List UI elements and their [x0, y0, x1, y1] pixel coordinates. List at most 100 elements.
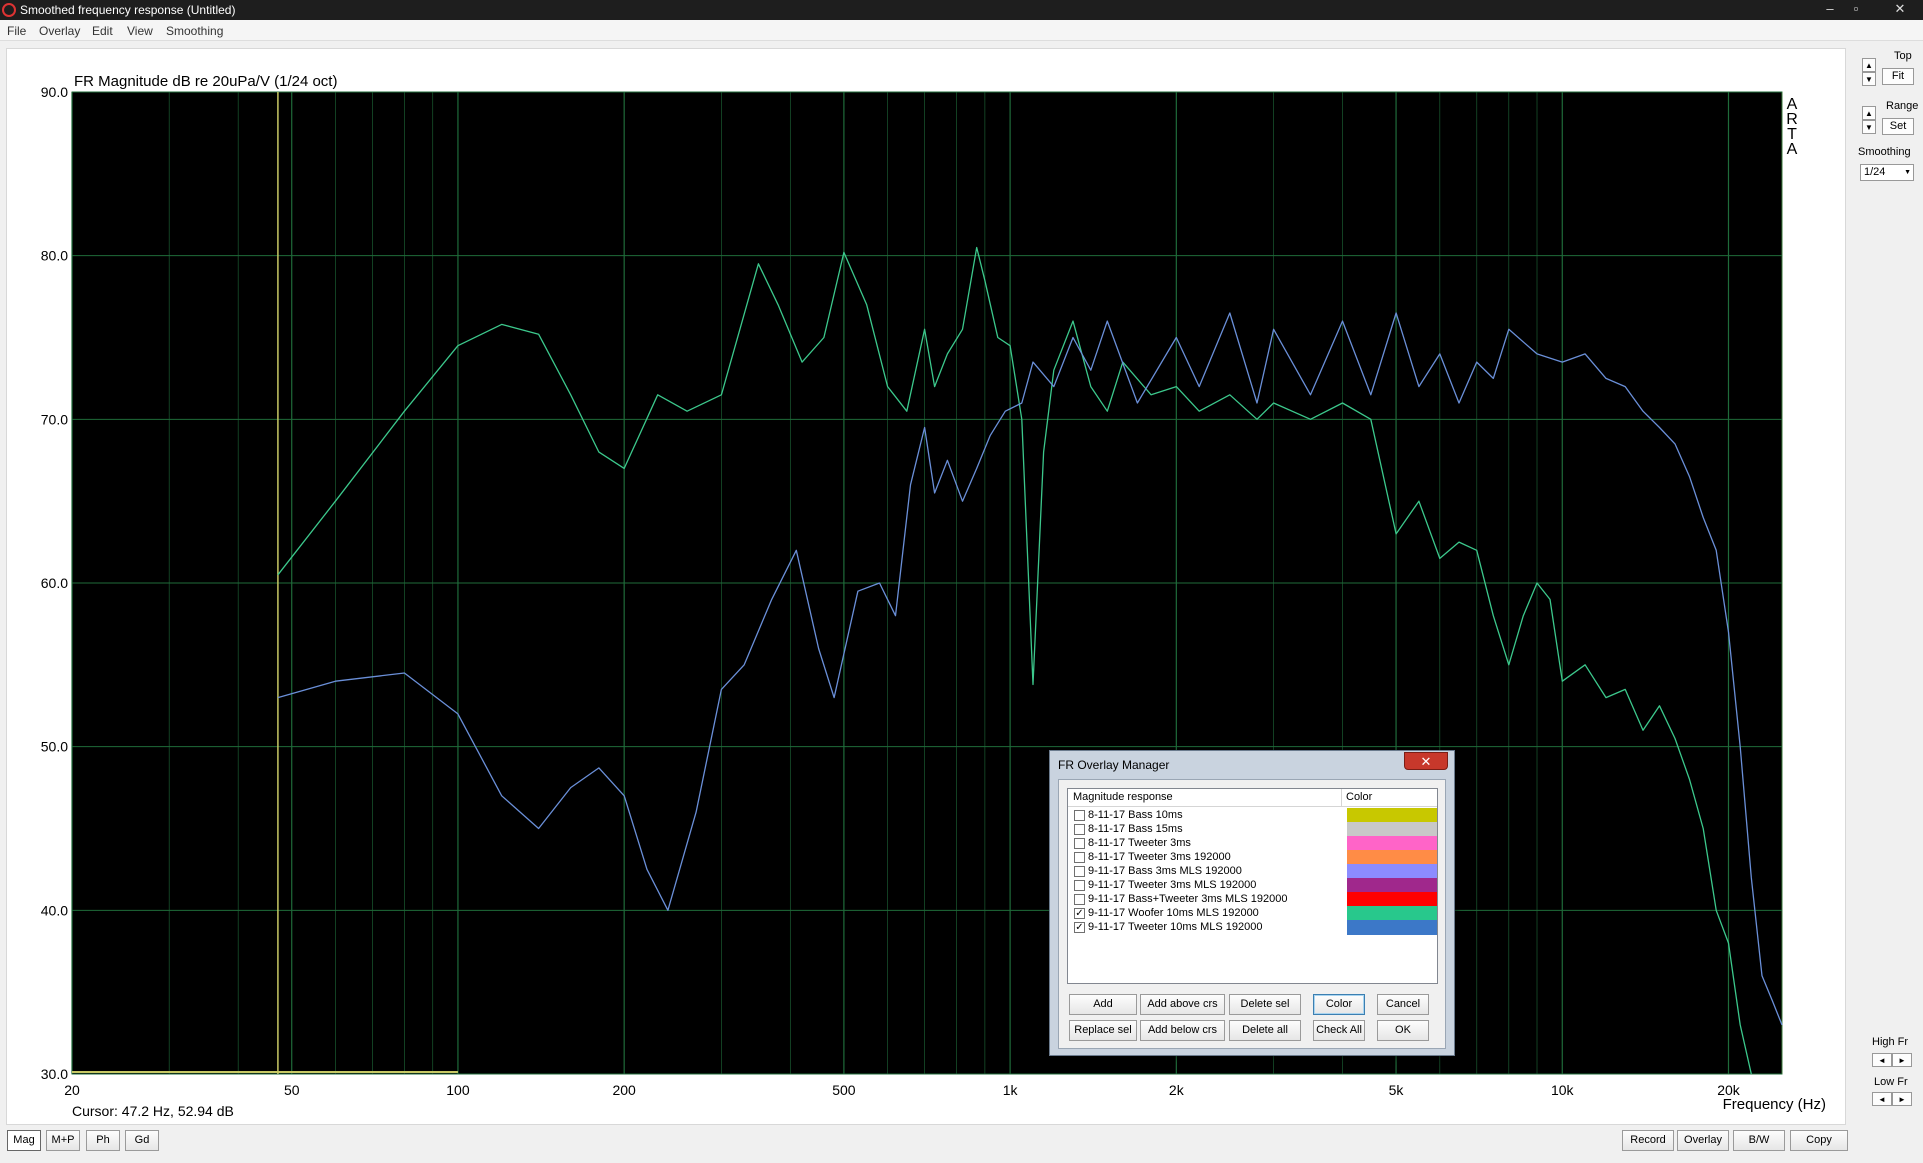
top-up-spin[interactable]: ▲	[1862, 58, 1876, 72]
range-label: Range	[1886, 100, 1919, 112]
column-header-response[interactable]: Magnitude response	[1073, 791, 1173, 803]
overlay-label: 9-11-17 Woofer 10ms MLS 192000	[1088, 907, 1259, 919]
delete-all-button[interactable]: Delete all	[1229, 1020, 1301, 1041]
y-tick-label: 90.0	[41, 84, 68, 100]
range-up-spin[interactable]: ▲	[1862, 106, 1876, 120]
high-fr-label: High Fr	[1872, 1036, 1909, 1048]
list-header: Magnitude response Color	[1068, 789, 1437, 807]
group-delay-button[interactable]: Gd	[125, 1130, 159, 1151]
cancel-button[interactable]: Cancel	[1377, 994, 1429, 1015]
overlay-row[interactable]: ✓ 9-11-17 Tweeter 10ms MLS 192000	[1068, 919, 1437, 936]
replace-selected-button[interactable]: Replace sel	[1069, 1020, 1137, 1041]
overlay-checkbox[interactable]	[1074, 838, 1085, 849]
y-tick-label: 60.0	[41, 575, 68, 591]
range-down-spin[interactable]: ▼	[1862, 120, 1876, 134]
x-tick-label: 200	[612, 1082, 636, 1098]
menu-smoothing[interactable]: Smoothing	[166, 24, 223, 38]
cursor-readout: Cursor: 47.2 Hz, 52.94 dB	[72, 1103, 234, 1119]
close-window-button[interactable]: ✕	[1880, 0, 1920, 18]
dialog-client-area: Magnitude response Color 8-11-17 Bass 10…	[1058, 779, 1446, 1049]
menu-view[interactable]: View	[127, 24, 153, 38]
y-tick-label: 30.0	[41, 1066, 68, 1082]
smoothing-select[interactable]: 1/24 ▼	[1860, 164, 1914, 181]
check-all-button[interactable]: Check All	[1313, 1020, 1365, 1041]
ok-button[interactable]: OK	[1377, 1020, 1429, 1041]
maximize-button[interactable]: ▫	[1843, 0, 1869, 18]
x-tick-label: 5k	[1389, 1082, 1405, 1098]
mag-button[interactable]: Mag	[7, 1130, 41, 1151]
low-fr-left-spin[interactable]: ◄	[1872, 1092, 1892, 1106]
mag-phase-button[interactable]: M+P	[46, 1130, 80, 1151]
bw-button[interactable]: B/W	[1733, 1130, 1785, 1151]
delete-selected-button[interactable]: Delete sel	[1229, 994, 1301, 1015]
side-control-panel: Top ▲ ▼ Fit Range ▲ ▼ Set Smoothing 1/24…	[1848, 48, 1923, 1123]
top-down-spin[interactable]: ▼	[1862, 72, 1876, 86]
top-label: Top	[1894, 50, 1912, 62]
menu-file[interactable]: File	[7, 24, 26, 38]
overlay-label: 8-11-17 Tweeter 3ms 192000	[1088, 851, 1231, 863]
x-tick-label: 20	[64, 1082, 80, 1098]
x-tick-label: 1k	[1003, 1082, 1019, 1098]
x-tick-label: 2k	[1169, 1082, 1185, 1098]
overlay-label: 8-11-17 Bass 15ms	[1088, 823, 1183, 835]
plot-panel: 30.0 40.0 50.0 60.0 70.0 80.0 90.0 20 50 100 200 50…	[6, 48, 1846, 1125]
x-tick-label: 50	[284, 1082, 300, 1098]
smoothing-value: 1/24	[1864, 166, 1886, 178]
add-below-cursor-button[interactable]: Add below crs	[1140, 1020, 1225, 1041]
color-button[interactable]: Color	[1313, 994, 1365, 1015]
y-tick-label: 80.0	[41, 248, 68, 264]
x-axis-label: Frequency (Hz)	[1723, 1096, 1826, 1113]
minimize-button[interactable]: –	[1817, 0, 1843, 18]
arta-app-icon	[2, 3, 16, 17]
overlay-label: 9-11-17 Bass 3ms MLS 192000	[1088, 865, 1242, 877]
overlay-manager-dialog: FR Overlay Manager ✕ Magnitude response …	[1049, 750, 1455, 1056]
window-title: Smoothed frequency response (Untitled)	[20, 3, 236, 17]
low-fr-label: Low Fr	[1874, 1076, 1908, 1088]
y-tick-label: 70.0	[41, 411, 68, 427]
overlay-checkbox[interactable]	[1074, 894, 1085, 905]
dialog-title: FR Overlay Manager	[1058, 758, 1170, 772]
x-tick-label: 500	[832, 1082, 856, 1098]
y-tick-label: 50.0	[41, 739, 68, 755]
frequency-response-chart[interactable]: 30.0 40.0 50.0 60.0 70.0 80.0 90.0 20 50 100 200 50…	[7, 49, 1845, 1124]
set-button[interactable]: Set	[1882, 118, 1914, 135]
high-fr-left-spin[interactable]: ◄	[1872, 1053, 1892, 1067]
title-bar: Smoothed frequency response (Untitled) –…	[0, 0, 1923, 20]
add-button[interactable]: Add	[1069, 994, 1137, 1015]
dialog-close-button[interactable]: ✕	[1404, 752, 1448, 770]
overlay-checkbox[interactable]	[1074, 866, 1085, 877]
arta-watermark-letter: A	[1787, 141, 1798, 158]
chart-title: FR Magnitude dB re 20uPa/V (1/24 oct)	[74, 73, 337, 90]
column-header-color[interactable]: Color	[1346, 791, 1372, 803]
overlay-label: 8-11-17 Tweeter 3ms	[1088, 837, 1191, 849]
overlay-list[interactable]: Magnitude response Color 8-11-17 Bass 10…	[1067, 788, 1438, 984]
overlay-checkbox[interactable]	[1074, 824, 1085, 835]
phase-button[interactable]: Ph	[86, 1130, 120, 1151]
bottom-toolbar: Mag M+P Ph Gd Record Overlay B/W Copy	[0, 1125, 1923, 1163]
overlay-checkbox[interactable]: ✓	[1074, 908, 1085, 919]
y-tick-label: 40.0	[41, 902, 68, 918]
add-above-cursor-button[interactable]: Add above crs	[1140, 994, 1225, 1015]
x-tick-label: 100	[446, 1082, 470, 1098]
copy-button[interactable]: Copy	[1790, 1130, 1848, 1151]
overlay-checkbox[interactable]: ✓	[1074, 922, 1085, 933]
menu-edit[interactable]: Edit	[92, 24, 113, 38]
menu-bar: File Overlay Edit View Smoothing	[0, 20, 1923, 41]
overlay-label: 9-11-17 Bass+Tweeter 3ms MLS 192000	[1088, 893, 1288, 905]
overlay-color-swatch[interactable]	[1347, 920, 1437, 935]
overlay-label: 8-11-17 Bass 10ms	[1088, 809, 1183, 821]
overlay-button[interactable]: Overlay	[1677, 1130, 1729, 1151]
overlay-label: 9-11-17 Tweeter 3ms MLS 192000	[1088, 879, 1257, 891]
fit-button[interactable]: Fit	[1882, 68, 1914, 85]
menu-overlay[interactable]: Overlay	[39, 24, 80, 38]
overlay-label: 9-11-17 Tweeter 10ms MLS 192000	[1088, 921, 1263, 933]
low-fr-right-spin[interactable]: ►	[1892, 1092, 1912, 1106]
record-button[interactable]: Record	[1622, 1130, 1674, 1151]
overlay-checkbox[interactable]	[1074, 880, 1085, 891]
column-separator[interactable]	[1341, 789, 1342, 806]
overlay-checkbox[interactable]	[1074, 810, 1085, 821]
high-fr-right-spin[interactable]: ►	[1892, 1053, 1912, 1067]
x-tick-label: 10k	[1551, 1082, 1575, 1098]
chevron-down-icon: ▼	[1904, 169, 1911, 176]
overlay-checkbox[interactable]	[1074, 852, 1085, 863]
